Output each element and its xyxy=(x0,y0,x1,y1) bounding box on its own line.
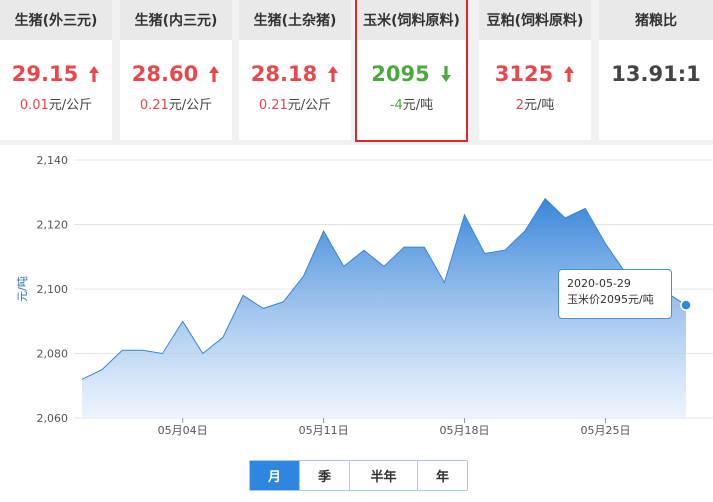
tooltip-text: 玉米价2095元/吨 xyxy=(567,293,654,306)
price-value: 28.60 xyxy=(131,62,199,86)
card-pig-local[interactable]: 生猪(土杂猪) 28.18 0.21元/公斤 xyxy=(239,0,351,140)
card-title: 生猪(外三元) xyxy=(0,0,112,40)
card-price: 28.60 xyxy=(120,62,232,86)
x-tick-label: 05月25日 xyxy=(580,424,630,437)
period-tabs: 月 季 半年 年 xyxy=(249,460,468,491)
card-soymeal[interactable]: 豆粕(饲料原料) 3125 2元/吨 xyxy=(479,0,591,140)
card-pig-grain-ratio[interactable]: 猪粮比 13.91:1 xyxy=(599,0,713,140)
card-price: 3125 xyxy=(479,62,591,86)
card-change: 0.21元/公斤 xyxy=(139,98,213,113)
card-title: 猪粮比 xyxy=(599,0,713,40)
y-tick-label: 2,140 xyxy=(37,154,69,167)
tab-year[interactable]: 年 xyxy=(418,461,467,490)
arrow-up-icon xyxy=(209,66,220,82)
card-title: 生猪(土杂猪) xyxy=(239,0,351,40)
tab-month[interactable]: 月 xyxy=(250,461,300,490)
price-tooltip: 2020-05-29 玉米价2095元/吨 xyxy=(558,269,672,319)
last-data-point xyxy=(680,299,692,311)
y-tick-labels: 2,060 2,080 2,100 2,120 2,140 xyxy=(37,154,69,425)
card-price: 29.15 xyxy=(0,62,112,86)
price-value: 3125 xyxy=(494,62,554,86)
card-pig-inner[interactable]: 生猪(内三元) 28.60 0.21元/公斤 xyxy=(120,0,232,140)
arrow-up-icon xyxy=(564,66,575,82)
card-title: 玉米(饲料原料) xyxy=(357,0,466,40)
x-tick-label: 05月11日 xyxy=(299,424,349,437)
x-tick-labels: 05月04日 05月11日 05月18日 05月25日 xyxy=(158,418,630,437)
card-change: 0.01元/公斤 xyxy=(19,98,93,113)
y-tick-label: 2,080 xyxy=(37,348,69,361)
card-change: 2元/吨 xyxy=(515,98,555,113)
card-corn[interactable]: 玉米(饲料原料) 2095 -4元/吨 xyxy=(355,0,468,142)
card-price: 2095 xyxy=(357,62,466,86)
price-value: 2095 xyxy=(371,62,430,86)
card-change: 0.21元/公斤 xyxy=(258,98,332,113)
y-axis-label: 元/吨 xyxy=(16,276,29,302)
x-tick-label: 05月18日 xyxy=(440,424,490,437)
tab-half-year[interactable]: 半年 xyxy=(350,461,418,490)
card-pig-outer[interactable]: 生猪(外三元) 29.15 0.01元/公斤 xyxy=(0,0,112,140)
x-tick-label: 05月04日 xyxy=(158,424,208,437)
price-cards: 生猪(外三元) 29.15 0.01元/公斤 生猪(内三元) 28.60 0.2… xyxy=(0,0,713,145)
price-value: 13.91:1 xyxy=(611,62,701,86)
price-value: 28.18 xyxy=(250,62,318,86)
tab-quarter[interactable]: 季 xyxy=(300,461,350,490)
card-price: 13.91:1 xyxy=(599,62,713,86)
y-tick-label: 2,100 xyxy=(37,283,69,296)
arrow-down-icon xyxy=(440,66,451,82)
y-tick-label: 2,120 xyxy=(37,219,69,232)
price-value: 29.15 xyxy=(11,62,79,86)
card-title: 豆粕(饲料原料) xyxy=(479,0,591,40)
arrow-up-icon xyxy=(328,66,339,82)
card-title: 生猪(内三元) xyxy=(120,0,232,40)
card-change: -4元/吨 xyxy=(389,98,434,113)
arrow-up-icon xyxy=(89,66,100,82)
card-price: 28.18 xyxy=(239,62,351,86)
y-tick-label: 2,060 xyxy=(37,412,69,425)
tooltip-date: 2020-05-29 xyxy=(567,277,631,290)
